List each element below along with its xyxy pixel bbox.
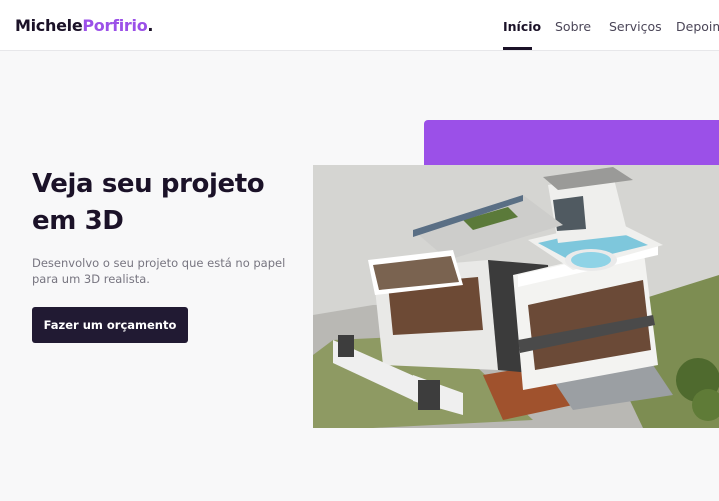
nav-item-servicos[interactable]: Serviços (609, 19, 662, 34)
house-3d-render-image (313, 165, 719, 428)
nav-item-depoimentos[interactable]: Depoim (676, 19, 719, 34)
logo-dot: . (147, 16, 154, 35)
quote-button[interactable]: Fazer um orçamento (32, 307, 188, 343)
hero-title: Veja seu projeto em 3D (32, 169, 265, 236)
nav-active-indicator (503, 47, 532, 50)
hero-subtitle: Desenvolvo o seu projeto que está no pap… (32, 256, 286, 286)
nav-item-inicio[interactable]: Início (503, 19, 541, 34)
site-logo[interactable]: MichelePorfirio. (15, 16, 153, 35)
nav-item-sobre[interactable]: Sobre (555, 19, 591, 34)
accent-block (424, 120, 719, 166)
logo-last-name: Porfirio (82, 16, 148, 35)
logo-first-name: Michele (15, 16, 83, 35)
site-header: MichelePorfirio. Início Sobre Serviços D… (0, 0, 719, 51)
